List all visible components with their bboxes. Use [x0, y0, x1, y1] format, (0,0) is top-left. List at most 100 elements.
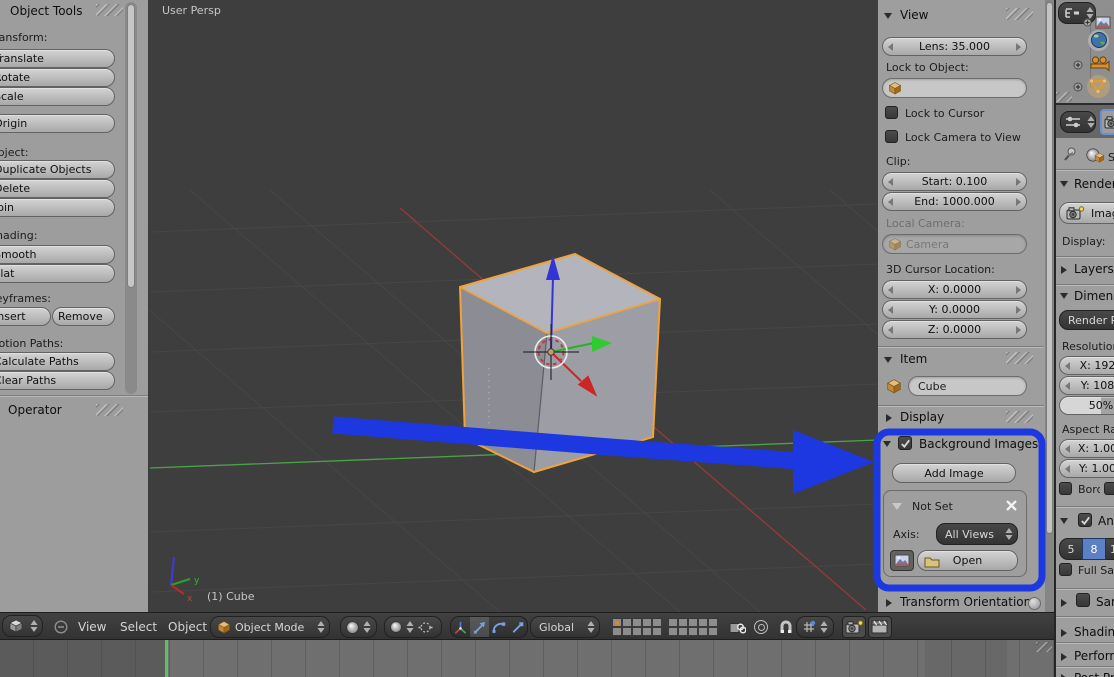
add-image-button[interactable]: Add Image: [892, 463, 1016, 483]
transform-orientations-collapse-icon[interactable]: [886, 599, 892, 607]
full-sample-checkbox[interactable]: [1059, 563, 1072, 576]
scene-breadcrumb[interactable]: Scene: [1108, 151, 1114, 164]
pin-icon[interactable]: [1061, 146, 1077, 162]
dimensions-panel-title[interactable]: Dimensions: [1074, 289, 1114, 303]
mesh-data-icon[interactable]: [1089, 78, 1107, 94]
axis-dropdown[interactable]: All Views: [936, 523, 1018, 545]
mode-dropdown[interactable]: Object Mode: [210, 616, 330, 638]
expand-plus-icon[interactable]: [1083, 18, 1092, 27]
clear-paths-button[interactable]: Clear Paths: [0, 371, 115, 390]
pivot-point-dropdown[interactable]: [384, 616, 442, 638]
aa-sample-8-button[interactable]: 8: [1082, 538, 1106, 560]
layer-cell-active[interactable]: [612, 618, 622, 627]
snap-magnet-icon[interactable]: [778, 619, 794, 635]
timeline[interactable]: [0, 640, 1054, 677]
aa-sample-5-button[interactable]: 5: [1059, 538, 1082, 560]
scale-button[interactable]: Scale: [0, 87, 115, 106]
render-layer-icon[interactable]: [1095, 16, 1111, 29]
origin-button[interactable]: Origin: [0, 114, 115, 133]
snap-element-dropdown[interactable]: [796, 616, 834, 638]
local-camera-field[interactable]: Camera: [882, 234, 1027, 254]
dimensions-panel-collapse-icon[interactable]: [1060, 293, 1068, 299]
insert-keyframe-button[interactable]: Insert: [0, 307, 51, 326]
smooth-button[interactable]: Smooth: [0, 245, 115, 264]
operator-panel-title[interactable]: Operator: [8, 403, 62, 417]
resolution-y-slider[interactable]: Y: 1080: [1059, 376, 1114, 395]
manipulate-centers-icon[interactable]: [418, 620, 433, 635]
render-tab-button[interactable]: [1100, 109, 1114, 135]
render-presets-dropdown[interactable]: Render Presets: [1059, 310, 1114, 330]
performance-panel-collapse-icon[interactable]: [1061, 653, 1067, 661]
motion-blur-collapse-icon[interactable]: [1061, 599, 1067, 607]
cursor-y-slider[interactable]: Y: 0.0000: [882, 300, 1027, 319]
remove-keyframe-button[interactable]: Remove: [52, 307, 115, 326]
expand-plus-icon[interactable]: [1073, 60, 1083, 70]
current-frame-marker[interactable]: [165, 640, 168, 677]
render-still-button[interactable]: [842, 616, 866, 638]
view-menu[interactable]: View: [78, 620, 106, 634]
editor-corner-grip[interactable]: [1036, 642, 1052, 652]
delete-button[interactable]: Delete: [0, 179, 115, 198]
entry-expand-icon[interactable]: [892, 503, 902, 510]
render-animation-button[interactable]: [868, 616, 892, 638]
select-menu[interactable]: Select: [120, 620, 157, 634]
lock-to-object-field[interactable]: [882, 78, 1027, 98]
post-processing-panel-title[interactable]: Post Processing: [1074, 671, 1114, 677]
shading-panel-collapse-icon[interactable]: [1061, 629, 1067, 637]
antialiasing-panel-collapse-icon[interactable]: [1060, 518, 1068, 524]
transform-orientation-dropdown[interactable]: Global: [530, 616, 600, 638]
transform-orientations-title[interactable]: Transform Orientations: [900, 595, 1038, 609]
item-panel-collapse-icon[interactable]: [884, 357, 892, 363]
display-panel-collapse-icon[interactable]: [886, 414, 892, 422]
manipulator-translate-button[interactable]: [470, 617, 489, 637]
rotate-button[interactable]: Rotate: [0, 68, 115, 87]
n-panel-scrollbar-thumb[interactable]: [1046, 2, 1053, 534]
layers-panel-title[interactable]: Layers: [1074, 262, 1114, 276]
clip-end-slider[interactable]: End: 1000.000: [882, 192, 1027, 211]
tool-shelf-title[interactable]: Object Tools: [10, 4, 82, 18]
performance-panel-title[interactable]: Performance: [1074, 649, 1114, 663]
border-checkbox[interactable]: [1059, 482, 1072, 495]
lock-camera-to-view-checkbox[interactable]: [885, 130, 898, 143]
layers-panel-collapse-icon[interactable]: [1061, 266, 1067, 274]
resolution-x-slider[interactable]: X: 1920: [1059, 356, 1114, 375]
manipulator-scale-button[interactable]: [508, 617, 527, 637]
viewport-shading-dropdown[interactable]: [340, 616, 377, 638]
minus-icon[interactable]: [54, 620, 68, 634]
flat-button[interactable]: Flat: [0, 264, 115, 283]
duplicate-objects-button[interactable]: Duplicate Objects: [0, 160, 115, 179]
properties-editor-type-dropdown[interactable]: [1060, 111, 1096, 133]
cursor-x-slider[interactable]: X: 0.0000: [882, 280, 1027, 299]
image-datablock-button[interactable]: [890, 550, 914, 571]
camera-object-icon[interactable]: [1089, 56, 1111, 72]
layers-grid-1[interactable]: [612, 618, 662, 636]
close-icon[interactable]: [1005, 499, 1018, 512]
clip-start-slider[interactable]: Start: 0.100: [882, 172, 1027, 191]
manipulator-axes-button[interactable]: [451, 617, 470, 637]
translate-button[interactable]: Translate: [0, 49, 115, 68]
open-image-button[interactable]: Open: [917, 550, 1018, 571]
proportional-edit-icon[interactable]: [754, 620, 768, 634]
background-images-title[interactable]: Background Images: [919, 437, 1038, 451]
render-panel-collapse-icon[interactable]: [1060, 181, 1068, 187]
background-images-checkbox[interactable]: [898, 436, 912, 450]
antialiasing-panel-title[interactable]: Anti-Aliasing: [1098, 514, 1114, 528]
view-panel-collapse-icon[interactable]: [884, 13, 892, 19]
render-image-button[interactable]: Image: [1059, 202, 1114, 224]
object-menu[interactable]: Object: [168, 620, 207, 634]
cursor-z-slider[interactable]: Z: 0.0000: [882, 320, 1027, 339]
lens-slider[interactable]: Lens: 35.000: [882, 37, 1027, 56]
manipulator-rotate-button[interactable]: [489, 617, 508, 637]
lock-to-cursor-checkbox[interactable]: [885, 106, 898, 119]
display-panel-title[interactable]: Display: [900, 410, 944, 424]
background-images-collapse-icon[interactable]: [883, 441, 891, 447]
motion-blur-checkbox[interactable]: [1076, 593, 1090, 607]
tool-shelf-scrollbar-thumb[interactable]: [127, 4, 135, 288]
editor-type-dropdown[interactable]: [2, 615, 43, 637]
shading-panel-title[interactable]: Shading: [1074, 625, 1114, 639]
join-button[interactable]: Join: [0, 198, 115, 217]
aspect-x-slider[interactable]: X: 1.000: [1059, 439, 1114, 458]
layers-grid-2[interactable]: [668, 618, 718, 636]
editor-corner-grip[interactable]: [1056, 92, 1072, 102]
antialiasing-checkbox[interactable]: [1078, 513, 1092, 527]
